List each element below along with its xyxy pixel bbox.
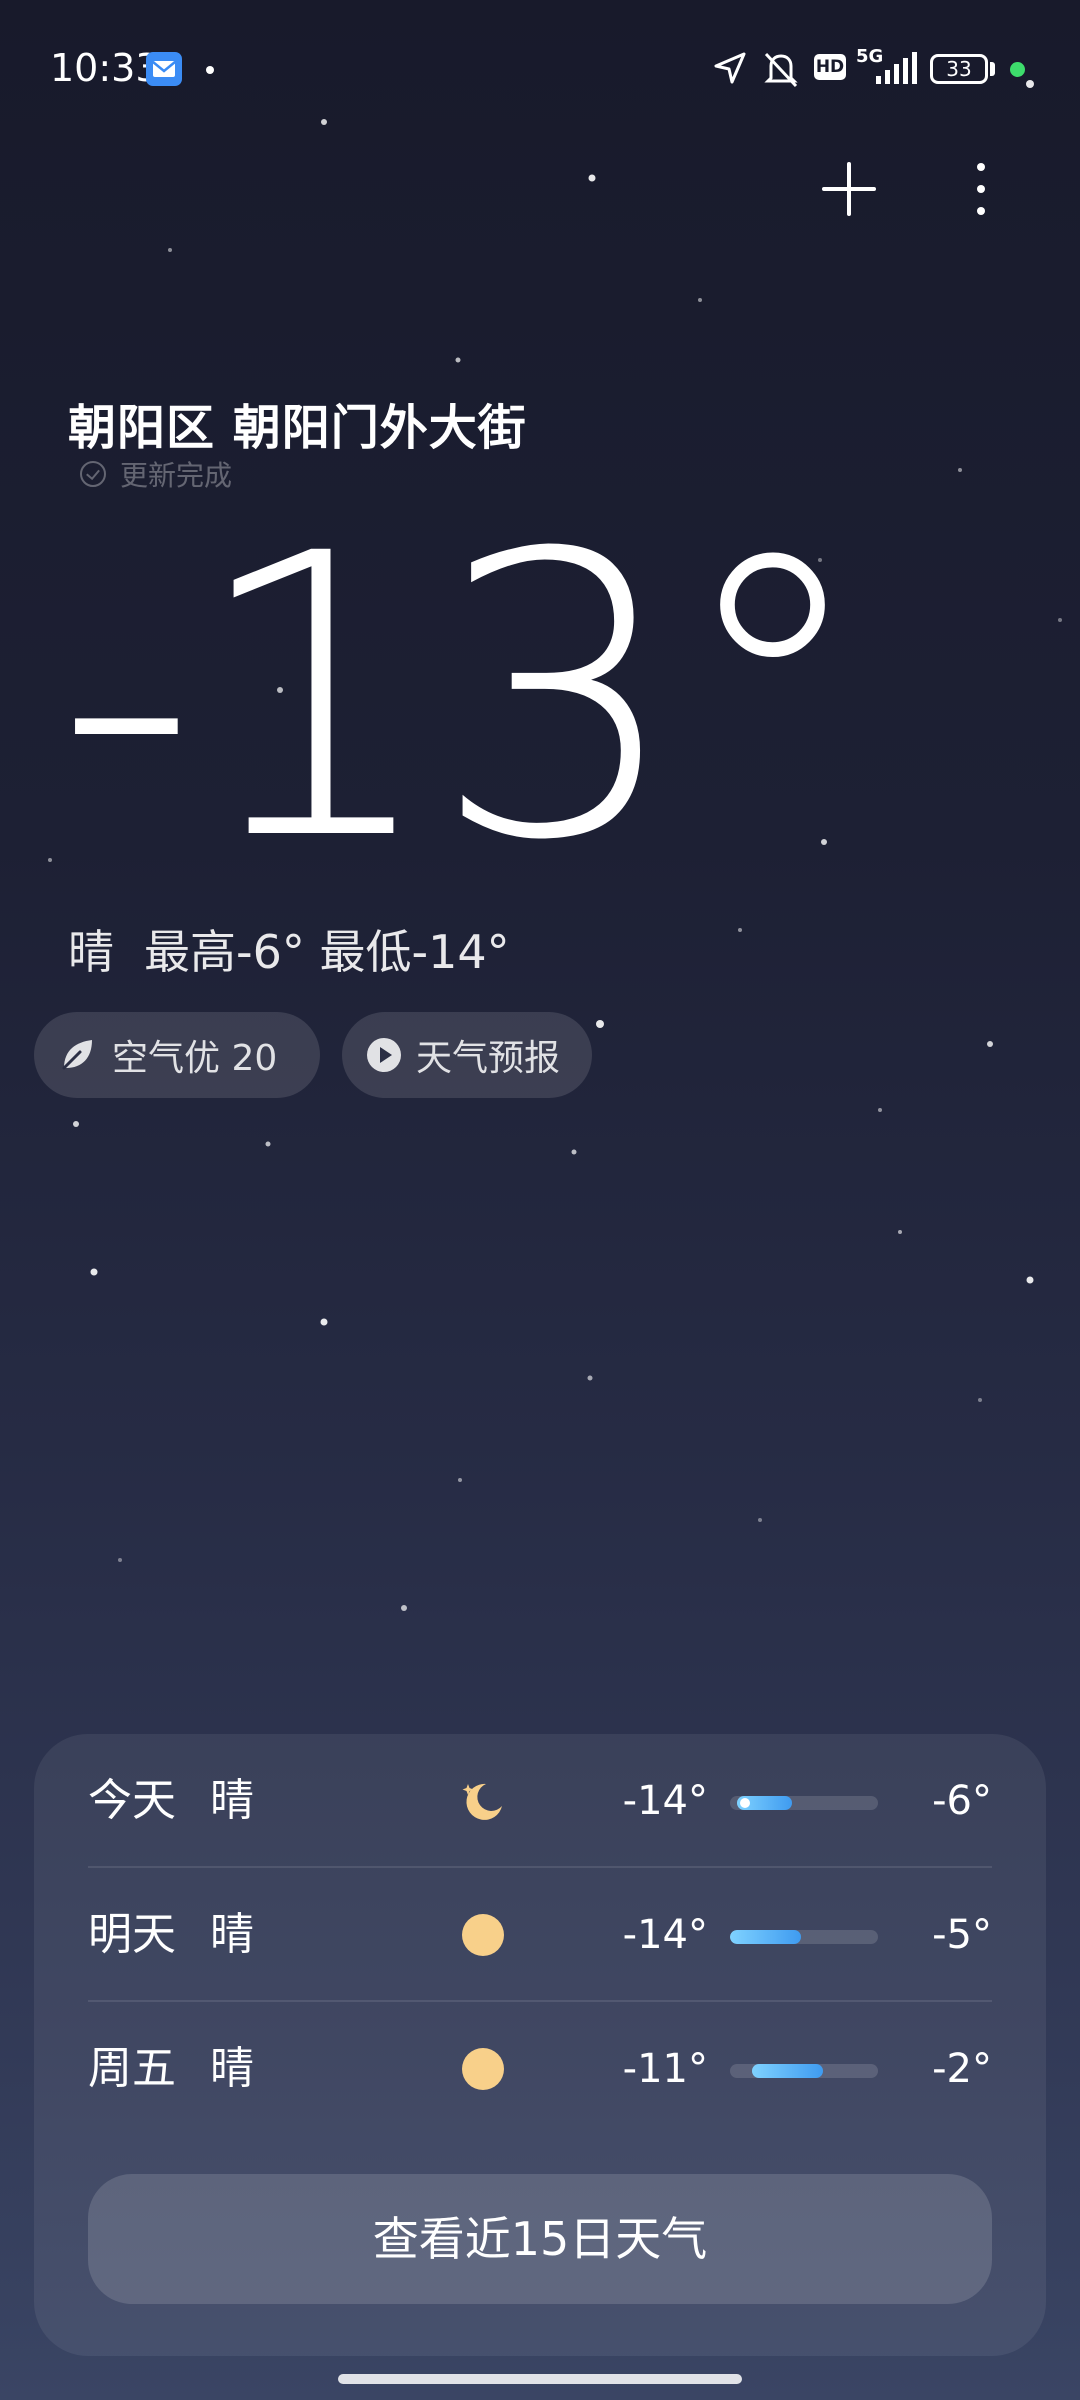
more-options-button[interactable] (966, 158, 996, 220)
weather-forecast-label: 天气预报 (416, 1038, 561, 1079)
forecast-condition: 晴 (210, 2043, 254, 2094)
forecast-row[interactable]: 明天 晴 -14° -5° (34, 1868, 1046, 2002)
current-temperature: -13° (56, 471, 870, 925)
battery-icon: 33 (930, 54, 988, 84)
sun-icon (462, 1914, 504, 1956)
temperature-range-fill (730, 1930, 802, 1944)
signal-strength-icon (876, 52, 917, 84)
forecast-condition: 晴 (210, 1909, 254, 1960)
forecast-day: 周五 (88, 2043, 176, 2094)
hd-icon: HD (814, 54, 846, 80)
sun-icon (462, 2048, 504, 2090)
temperature-range-fill (752, 2064, 824, 2078)
forecast-condition: 晴 (210, 1775, 254, 1826)
forecast-high: -2° (932, 2046, 992, 2092)
forecast-row[interactable]: 今天 晴 -14° -6° (34, 1734, 1046, 1868)
air-quality-label: 空气优 20 (112, 1038, 278, 1079)
privacy-indicator-dot (1010, 62, 1025, 77)
notification-dot-icon (206, 66, 214, 74)
status-bar: 10:33 HD 5G 33 (0, 0, 1080, 140)
current-condition: 晴 (68, 925, 114, 979)
play-icon (367, 1038, 401, 1072)
forecast-low: -14° (622, 1912, 708, 1958)
bell-muted-icon (764, 52, 798, 88)
add-city-button[interactable] (818, 158, 880, 220)
air-quality-chip[interactable]: 空气优 20 (34, 1012, 320, 1098)
weather-forecast-chip[interactable]: 天气预报 (342, 1012, 592, 1098)
high-low-temperature: 最高-6° 最低-14° (144, 925, 510, 979)
temperature-range-bar (730, 1796, 878, 1810)
forecast-day: 今天 (88, 1775, 176, 1826)
location-arrow-icon (714, 52, 746, 84)
temperature-range-bar (730, 2064, 878, 2078)
forecast-row[interactable]: 周五 晴 -11° -2° (34, 2002, 1046, 2136)
forecast-low: -11° (622, 2046, 708, 2092)
temperature-range-bar (730, 1930, 878, 1944)
forecast-low: -14° (622, 1778, 708, 1824)
current-temperature-marker (739, 1798, 750, 1808)
battery-tip (990, 62, 995, 76)
moon-icon (462, 1783, 502, 1820)
location-title[interactable]: 朝阳区 朝阳门外大街 (68, 388, 527, 458)
status-time: 10:33 (50, 46, 160, 90)
forecast-high: -6° (932, 1778, 992, 1824)
forecast-high: -5° (932, 1912, 992, 1958)
leaf-icon (62, 1040, 92, 1070)
forecast-card: 今天 晴 -14° -6° 明天 晴 -14° -5° 周五 晴 -11° -2… (34, 1734, 1046, 2356)
home-indicator[interactable] (338, 2374, 742, 2384)
weather-summary: 晴 最高-6° 最低-14° (68, 916, 510, 982)
mail-icon (146, 52, 182, 86)
view-15-day-forecast-button[interactable]: 查看近15日天气 (88, 2174, 992, 2304)
forecast-day: 明天 (88, 1909, 176, 1960)
